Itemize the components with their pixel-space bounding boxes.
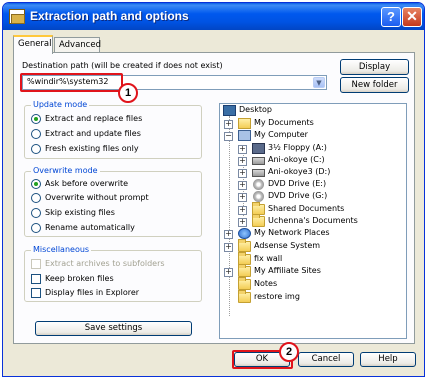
tab-general[interactable]: General bbox=[13, 35, 53, 54]
tree-item-label: Shared Documents bbox=[268, 204, 345, 213]
general-panel: Destination path (will be created if doe… bbox=[13, 52, 415, 344]
radio-label: Skip existing files bbox=[45, 208, 115, 217]
tree-item-label: DVD Drive (G:) bbox=[268, 191, 328, 200]
window-title: Extraction path and options bbox=[30, 9, 189, 23]
title-bar: Extraction path and options ? ✕ bbox=[3, 3, 424, 30]
help-button[interactable]: Help bbox=[360, 352, 416, 367]
tree-item-label: My Documents bbox=[254, 118, 314, 127]
radio-label: Overwrite without prompt bbox=[45, 193, 149, 202]
new-folder-button[interactable]: New folder bbox=[340, 77, 409, 93]
plus-icon[interactable]: + bbox=[238, 157, 247, 166]
radio-label: Extract and update files bbox=[45, 129, 141, 138]
tree-item-label: DVD Drive (E:) bbox=[268, 179, 327, 188]
update-mode-group: Update mode Extract and replace files Ex… bbox=[24, 100, 202, 159]
tree-item-label: My Affiliate Sites bbox=[254, 266, 321, 275]
checkbox-label: Display files in Explorer bbox=[45, 288, 140, 297]
radio-unselected[interactable] bbox=[31, 144, 41, 154]
update-mode-title: Update mode bbox=[31, 100, 90, 109]
display-button[interactable]: Display bbox=[340, 59, 409, 75]
tree-guide-line bbox=[229, 116, 230, 316]
archive-icon bbox=[9, 9, 25, 24]
my-computer-icon bbox=[238, 130, 251, 141]
radio-label: Fresh existing files only bbox=[45, 144, 139, 153]
tree-item-label: restore img bbox=[254, 292, 300, 301]
minus-icon[interactable]: − bbox=[224, 132, 233, 141]
plus-icon[interactable]: + bbox=[224, 268, 233, 277]
my-documents-icon bbox=[238, 118, 251, 129]
radio-label: Extract and replace files bbox=[45, 114, 143, 123]
radio-label: Ask before overwrite bbox=[45, 179, 129, 188]
radio-unselected[interactable] bbox=[31, 193, 41, 203]
folder-icon bbox=[238, 290, 251, 303]
miscellaneous-title: Miscellaneous bbox=[31, 245, 92, 254]
close-button[interactable]: ✕ bbox=[402, 7, 422, 27]
checkbox[interactable] bbox=[31, 288, 41, 298]
plus-icon[interactable]: + bbox=[238, 218, 247, 227]
floppy-icon bbox=[252, 143, 265, 154]
plus-icon[interactable]: + bbox=[224, 243, 233, 252]
radio-unselected[interactable] bbox=[31, 223, 41, 233]
radio-unselected[interactable] bbox=[31, 208, 41, 218]
folder-icon bbox=[238, 264, 251, 277]
plus-icon[interactable]: + bbox=[238, 145, 247, 154]
destination-label: Destination path (will be created if doe… bbox=[22, 61, 223, 70]
folder-tree[interactable]: Desktop + My Documents − My Computer + 3… bbox=[219, 103, 407, 339]
tree-item-label: My Network Places bbox=[254, 228, 330, 237]
cancel-button[interactable]: Cancel bbox=[298, 352, 354, 367]
dvd-icon bbox=[253, 179, 264, 190]
annotation-highlight-path bbox=[20, 73, 123, 92]
checkbox-disabled bbox=[31, 259, 41, 269]
tree-item-label: 3½ Floppy (A:) bbox=[268, 143, 327, 152]
tree-item-label: Notes bbox=[254, 279, 278, 288]
tree-item-label: My Computer bbox=[254, 130, 308, 139]
folder-icon bbox=[238, 277, 251, 290]
overwrite-mode-group: Overwrite mode Ask before overwrite Over… bbox=[24, 166, 202, 237]
plus-icon[interactable]: + bbox=[238, 193, 247, 202]
tree-item-label: Adsense System bbox=[254, 241, 321, 250]
miscellaneous-group: Miscellaneous Extract archives to subfol… bbox=[24, 245, 202, 302]
tree-item-label: Ani-okoye3 (D:) bbox=[268, 167, 331, 176]
hard-drive-icon bbox=[252, 157, 265, 165]
tree-item-label: Uchenna's Documents bbox=[268, 216, 358, 225]
plus-icon[interactable]: + bbox=[238, 181, 247, 190]
tab-advanced[interactable]: Advanced bbox=[54, 37, 101, 53]
extraction-dialog: Extraction path and options ? ✕ General … bbox=[2, 2, 425, 377]
plus-icon[interactable]: + bbox=[238, 206, 247, 215]
checkbox-label: Extract archives to subfolders bbox=[45, 259, 165, 268]
help-title-button[interactable]: ? bbox=[381, 7, 401, 27]
checkbox[interactable] bbox=[31, 274, 41, 284]
radio-selected[interactable] bbox=[31, 114, 41, 124]
checkbox-label: Keep broken files bbox=[45, 274, 114, 283]
tree-item-label: Desktop bbox=[239, 105, 272, 114]
desktop-icon bbox=[223, 105, 236, 116]
overwrite-mode-title: Overwrite mode bbox=[31, 166, 100, 175]
tree-item-label: Ani-okoye (C:) bbox=[268, 155, 325, 164]
dvd-icon bbox=[253, 191, 264, 202]
plus-icon[interactable]: + bbox=[224, 230, 233, 239]
folder-icon bbox=[252, 214, 265, 227]
network-icon bbox=[238, 228, 251, 239]
radio-selected[interactable] bbox=[31, 179, 41, 189]
plus-icon[interactable]: + bbox=[238, 169, 247, 178]
annotation-step-2: 2 bbox=[279, 342, 299, 362]
hard-drive-icon bbox=[252, 169, 265, 177]
save-settings-button[interactable]: Save settings bbox=[35, 321, 192, 336]
radio-unselected[interactable] bbox=[31, 129, 41, 139]
annotation-step-1: 1 bbox=[118, 83, 138, 103]
tree-item-label: fix wall bbox=[254, 254, 283, 263]
plus-icon[interactable]: + bbox=[224, 120, 233, 129]
chevron-down-icon[interactable]: ▼ bbox=[313, 77, 325, 88]
radio-label: Rename automatically bbox=[45, 223, 135, 232]
folder-icon bbox=[238, 239, 251, 252]
